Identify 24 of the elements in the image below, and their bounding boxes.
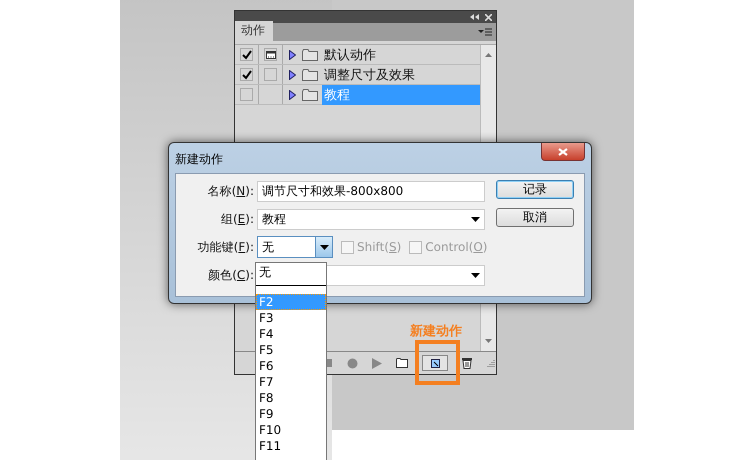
list-option[interactable]: F4 [256,326,326,342]
list-option[interactable]: F8 [256,390,326,406]
annotation-label: 新建动作 [410,322,462,340]
field-label: 名称(N): [206,182,254,200]
field-label: 颜色(C): [207,266,254,284]
dropdown-field[interactable]: 教程 [257,208,485,230]
list-option[interactable]: 无 [256,263,326,286]
action-set-label[interactable]: 调整尺寸及效果 [322,64,480,84]
list-option[interactable]: F3 [256,310,326,326]
dialog-button[interactable]: 取消 [496,208,574,227]
list-option[interactable]: F9 [256,406,326,422]
dialog-title: 新建动作 [175,151,223,168]
field-label: 组(E): [220,210,254,228]
list-option[interactable]: F11 [256,438,326,454]
list-option[interactable]: F7 [256,374,326,390]
list-option[interactable]: F5 [256,342,326,358]
dialog-button[interactable]: 记录 [496,180,574,199]
field-label: 功能键(F): [196,238,254,256]
list-option[interactable]: F6 [256,358,326,374]
action-set-label[interactable]: 默认动作 [322,44,480,64]
name-field[interactable]: 调节尺寸和效果-800x800 [257,180,485,202]
panel-tab[interactable]: 动作 [235,21,273,41]
function-key-dropdown[interactable]: 无 [257,236,333,258]
list-option[interactable]: F10 [256,422,326,438]
